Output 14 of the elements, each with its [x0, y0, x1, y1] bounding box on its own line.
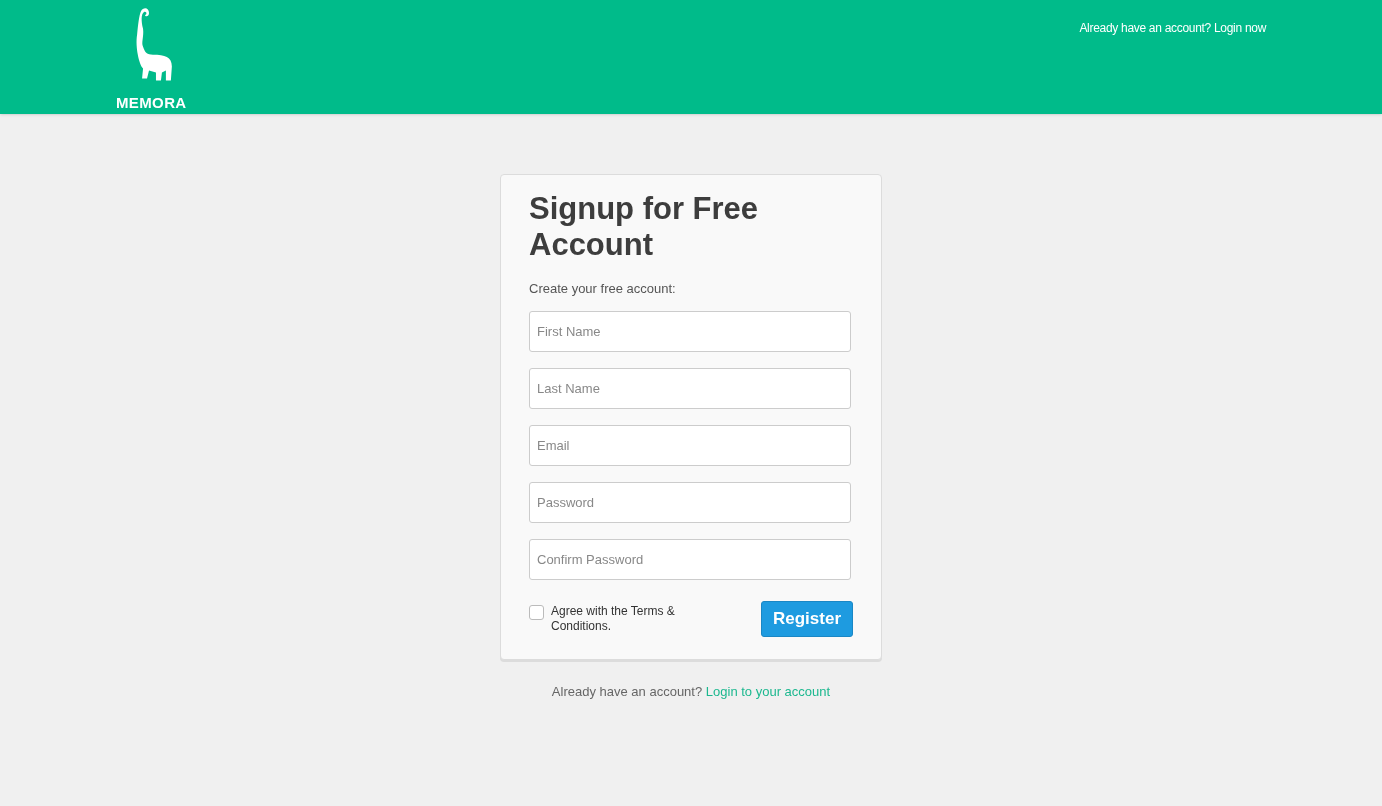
form-title: Signup for Free Account	[529, 191, 760, 263]
register-button[interactable]: Register	[761, 600, 853, 637]
footer-text: Already have an account?	[551, 683, 703, 699]
form-subtitle: Create your free account:	[529, 280, 677, 298]
input-field[interactable]: Password	[529, 481, 851, 523]
input-field[interactable]: Confirm Password	[529, 538, 851, 580]
input-field[interactable]: Email	[529, 424, 851, 466]
login-link[interactable]: Already have an account? Login now	[1079, 19, 1266, 114]
brand-name: MEMORA	[116, 92, 187, 113]
terms-label: Agree with the Terms & Conditions.	[551, 603, 676, 634]
terms-checkbox[interactable]	[529, 604, 544, 620]
login-account-link[interactable]: Login to your account	[705, 683, 831, 699]
input-field[interactable]: Last Name	[529, 367, 851, 409]
input-field[interactable]: First Name	[529, 310, 851, 352]
